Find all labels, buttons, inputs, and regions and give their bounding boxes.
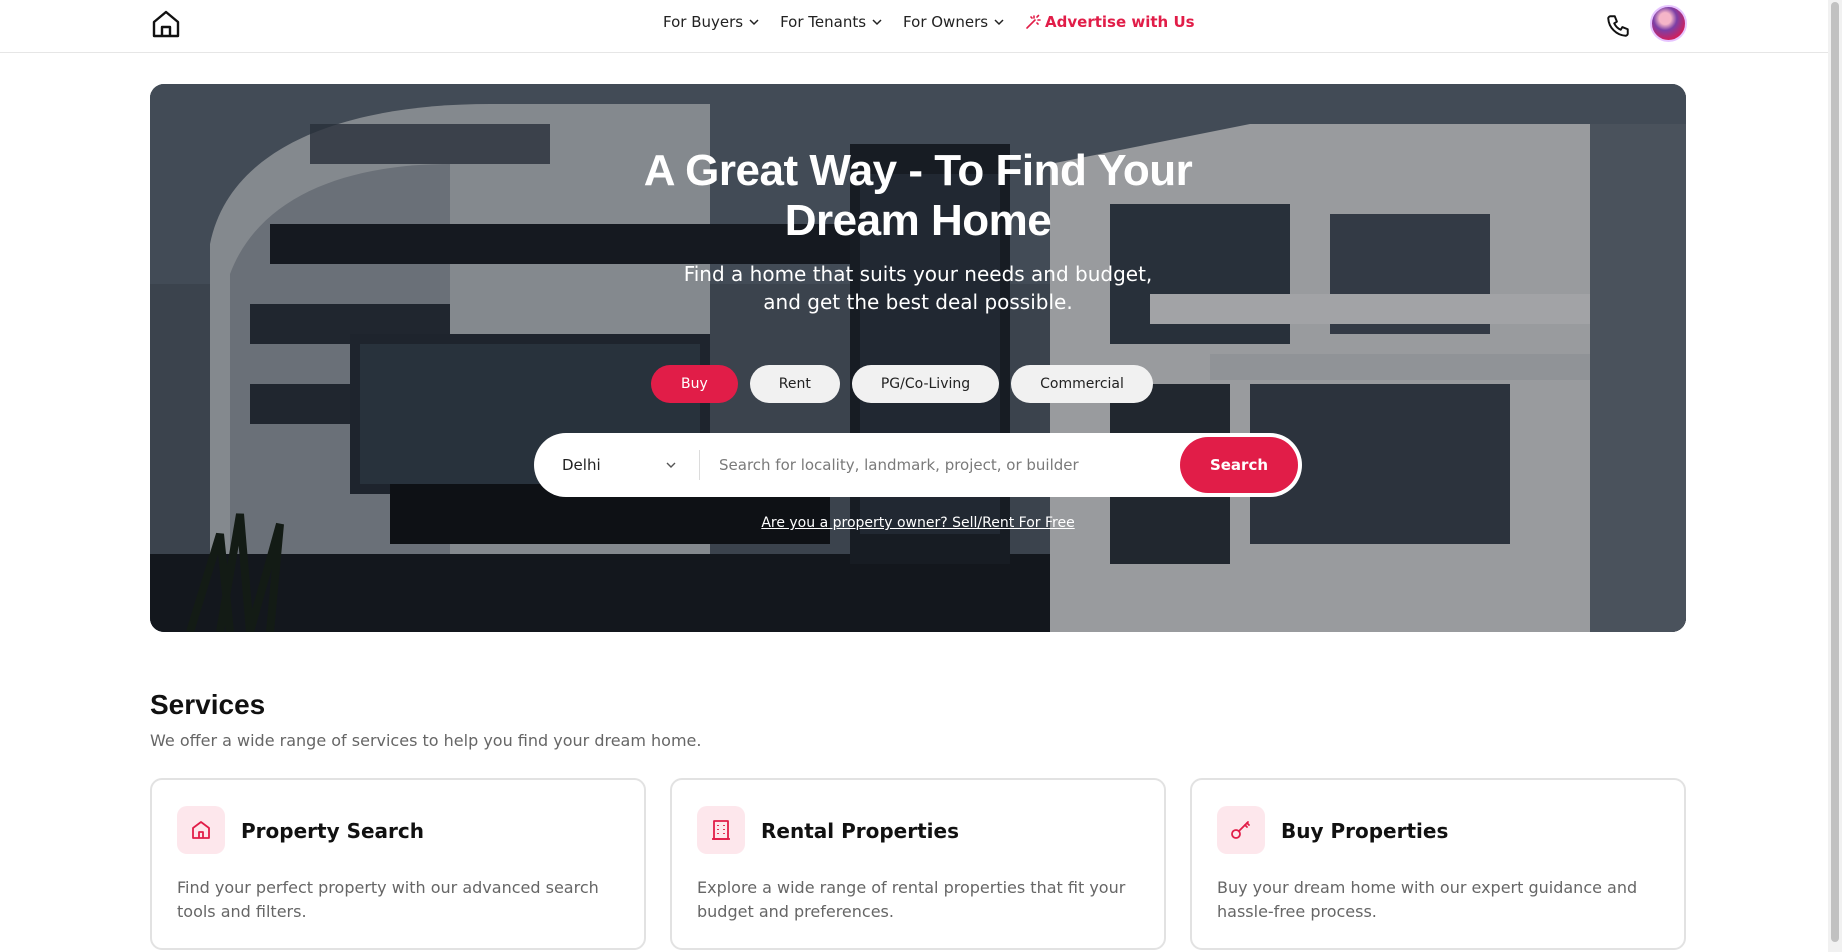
hero-banner: A Great Way - To Find Your Dream Home Fi… <box>150 84 1686 632</box>
search-bar: Delhi Search <box>534 433 1302 497</box>
search-input[interactable] <box>700 433 1180 497</box>
chevron-down-icon <box>666 462 676 468</box>
nav-advertise-with-us[interactable]: Advertise with Us <box>1025 13 1195 31</box>
city-select-value: Delhi <box>562 456 601 474</box>
scrollbar-thumb[interactable] <box>1831 2 1839 942</box>
user-avatar[interactable] <box>1650 5 1687 42</box>
tab-rent[interactable]: Rent <box>749 365 840 403</box>
nav-advertise-label: Advertise with Us <box>1045 13 1195 31</box>
tab-pg-co-living[interactable]: PG/Co-Living <box>851 365 1000 403</box>
service-card-property-search[interactable]: Property Search Find your perfect proper… <box>150 778 646 950</box>
card-description: Explore a wide range of rental propertie… <box>697 878 1126 921</box>
services-heading: Services <box>150 689 266 720</box>
service-card-buy-properties[interactable]: Buy Properties Buy your dream home with … <box>1190 778 1686 950</box>
property-type-tabs: Buy Rent PG/Co-Living Commercial <box>651 365 1165 403</box>
card-title: Property Search <box>241 819 424 843</box>
owner-sell-rent-link[interactable]: Are you a property owner? Sell/Rent For … <box>150 515 1686 531</box>
card-title: Buy Properties <box>1281 819 1449 843</box>
nav-for-tenants[interactable]: For Tenants <box>780 13 883 31</box>
card-description: Find your perfect property with our adva… <box>177 878 599 921</box>
magic-wand-icon <box>1026 14 1041 29</box>
nav-for-buyers[interactable]: For Buyers <box>663 13 760 31</box>
phone-icon[interactable] <box>1605 13 1631 39</box>
main-nav: For Buyers For Tenants For Owners Advert… <box>663 13 1195 31</box>
chevron-down-icon <box>994 19 1004 26</box>
card-description: Buy your dream home with our expert guid… <box>1217 878 1638 921</box>
hero-subtitle: Find a home that suits your needs and bu… <box>683 262 1153 314</box>
hero-title: A Great Way - To Find Your Dream Home <box>643 146 1193 245</box>
service-card-rental-properties[interactable]: Rental Properties Explore a wide range o… <box>670 778 1166 950</box>
services-subtitle: We offer a wide range of services to hel… <box>150 731 702 750</box>
nav-for-owners-label: For Owners <box>903 13 989 31</box>
tab-buy[interactable]: Buy <box>651 365 738 403</box>
building-icon <box>697 806 745 854</box>
card-title: Rental Properties <box>761 819 959 843</box>
home-icon <box>177 806 225 854</box>
tab-commercial[interactable]: Commercial <box>1011 365 1153 403</box>
home-logo-icon[interactable] <box>150 8 182 40</box>
nav-for-buyers-label: For Buyers <box>663 13 744 31</box>
chevron-down-icon <box>749 19 759 26</box>
nav-for-tenants-label: For Tenants <box>780 13 867 31</box>
nav-for-owners[interactable]: For Owners <box>903 13 1005 31</box>
search-button[interactable]: Search <box>1180 437 1298 493</box>
page-scrollbar[interactable] <box>1828 0 1842 952</box>
city-select[interactable]: Delhi <box>534 433 699 497</box>
top-header: For Buyers For Tenants For Owners Advert… <box>0 0 1842 53</box>
key-icon <box>1217 806 1265 854</box>
chevron-down-icon <box>872 19 882 26</box>
